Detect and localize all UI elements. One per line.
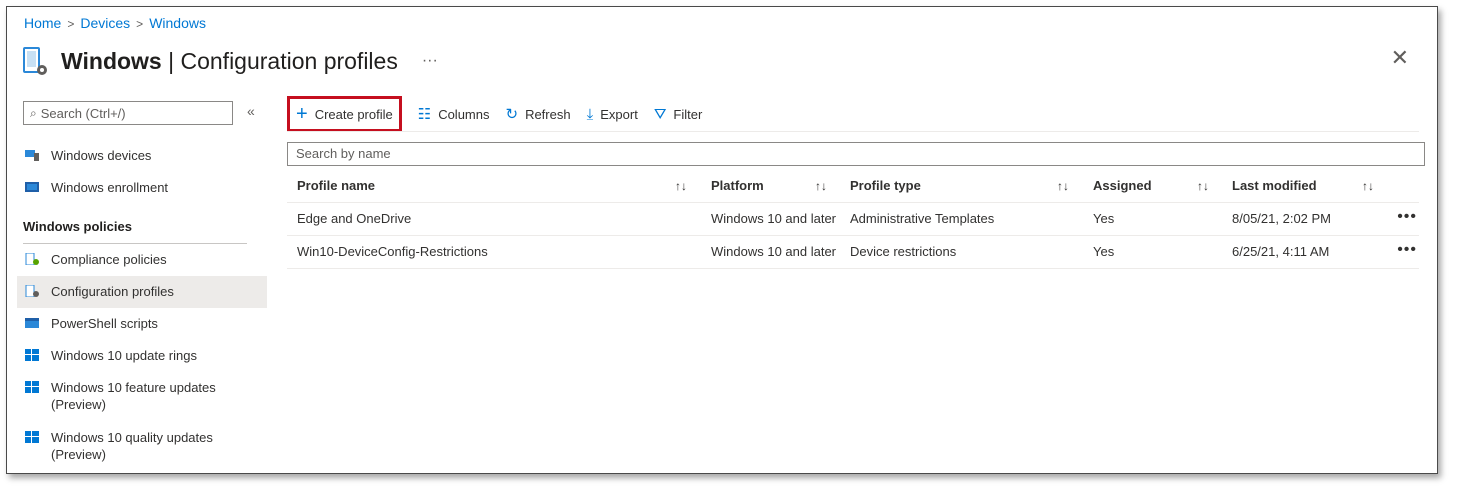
columns-icon: ☷ <box>417 106 432 123</box>
sidebar-item-powershell-scripts[interactable]: PowerShell scripts <box>17 315 267 347</box>
command-bar: + Create profile ☷ Columns ↻ Refresh ⤓ E… <box>287 96 718 132</box>
platform-cell: Windows 10 and later <box>711 211 837 226</box>
breadcrumb-windows[interactable]: Windows <box>149 15 206 31</box>
columns-button[interactable]: ☷ Columns <box>418 99 490 129</box>
add-icon: + <box>296 102 308 125</box>
close-icon[interactable]: ✕ <box>1391 45 1409 71</box>
more-options-icon[interactable]: ··· <box>422 52 438 70</box>
sidebar-search-input[interactable]: ⌕ Search (Ctrl+/) <box>23 101 233 125</box>
configuration-icon <box>25 285 39 297</box>
filter-icon: ⛛ <box>653 105 667 123</box>
search-icon: ⌕ <box>30 105 37 120</box>
windows-icon <box>25 381 39 393</box>
assigned-cell: Yes <box>1093 244 1115 259</box>
devices-icon <box>25 150 39 161</box>
breadcrumb: Home > Devices > Windows <box>24 15 206 31</box>
platform-cell: Windows 10 and later <box>711 244 837 259</box>
filter-button[interactable]: ⛛ Filter <box>654 99 703 129</box>
profile-name-link[interactable]: Edge and OneDrive <box>297 203 411 235</box>
toolbar-divider <box>287 131 1419 132</box>
profile-type-cell: Administrative Templates <box>850 211 995 226</box>
sort-icon[interactable]: ↑↓ <box>675 170 687 202</box>
sidebar-item-quality-updates[interactable]: Windows 10 quality updates (Preview) <box>17 429 267 469</box>
last-modified-cell: 8/05/21, 2:02 PM <box>1232 211 1332 226</box>
sidebar-item-feature-updates[interactable]: Windows 10 feature updates (Preview) <box>17 379 267 419</box>
page-title: Windows | Configuration profiles <box>61 47 398 74</box>
title-row: Windows | Configuration profiles ··· <box>23 41 438 81</box>
section-divider <box>23 243 247 244</box>
breadcrumb-home[interactable]: Home <box>24 15 61 31</box>
create-profile-button[interactable]: + Create profile <box>287 96 402 132</box>
sort-icon[interactable]: ↑↓ <box>1197 170 1209 202</box>
collapse-sidebar-icon[interactable]: « <box>247 103 255 119</box>
sidebar-item-windows-devices[interactable]: Windows devices <box>17 147 267 179</box>
search-by-name-input[interactable]: Search by name <box>287 142 1425 166</box>
column-profile-name[interactable]: Profile name <box>297 170 375 202</box>
column-assigned[interactable]: Assigned <box>1093 170 1152 202</box>
sort-icon[interactable]: ↑↓ <box>815 170 827 202</box>
row-more-icon[interactable]: ••• <box>1397 236 1417 264</box>
breadcrumb-devices[interactable]: Devices <box>80 15 130 31</box>
column-last-modified[interactable]: Last modified <box>1232 170 1317 202</box>
compliance-icon <box>25 253 39 265</box>
table-header: Profile name ↑↓ Platform ↑↓ Profile type… <box>287 170 1419 203</box>
column-platform[interactable]: Platform <box>711 170 764 202</box>
windows-icon <box>25 431 39 443</box>
sort-icon[interactable]: ↑↓ <box>1057 170 1069 202</box>
refresh-icon: ↻ <box>505 106 519 123</box>
download-icon: ⤓ <box>586 105 594 123</box>
sidebar-item-configuration-profiles[interactable]: Configuration profiles <box>17 276 267 308</box>
breadcrumb-separator: > <box>67 17 75 31</box>
column-profile-type[interactable]: Profile type <box>850 170 921 202</box>
table-row[interactable]: Edge and OneDrive Windows 10 and later A… <box>287 203 1419 236</box>
blade-frame: Home > Devices > Windows Windows | Configura… <box>6 6 1438 474</box>
configuration-profile-icon <box>23 47 47 75</box>
section-windows-policies: Windows policies <box>23 219 132 234</box>
enrollment-icon <box>25 182 39 192</box>
refresh-button[interactable]: ↻ Refresh <box>505 99 570 129</box>
row-more-icon[interactable]: ••• <box>1397 203 1417 231</box>
profile-name-link[interactable]: Win10-DeviceConfig-Restrictions <box>297 236 488 268</box>
breadcrumb-separator: > <box>136 17 144 31</box>
sidebar-item-windows-enrollment[interactable]: Windows enrollment <box>17 179 267 211</box>
export-button[interactable]: ⤓ Export <box>587 99 638 129</box>
windows-icon <box>25 349 39 361</box>
sidebar-item-update-rings[interactable]: Windows 10 update rings <box>17 347 267 379</box>
last-modified-cell: 6/25/21, 4:11 AM <box>1232 244 1330 259</box>
table-row[interactable]: Win10-DeviceConfig-Restrictions Windows … <box>287 236 1419 269</box>
assigned-cell: Yes <box>1093 211 1115 226</box>
powershell-icon <box>25 318 39 328</box>
sort-icon[interactable]: ↑↓ <box>1362 170 1374 202</box>
profile-type-cell: Device restrictions <box>850 244 957 259</box>
profiles-table: Profile name ↑↓ Platform ↑↓ Profile type… <box>287 170 1419 269</box>
